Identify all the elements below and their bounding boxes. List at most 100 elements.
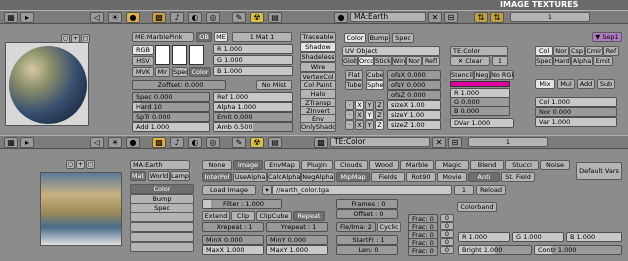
view-icon[interactable]: ◁ xyxy=(90,12,104,23)
material-icon[interactable]: ● xyxy=(126,12,140,23)
mir-button[interactable]: Mir xyxy=(155,67,170,77)
emit-map-button[interactable]: Emit xyxy=(593,56,613,66)
tex-preview-mat[interactable]: ○ xyxy=(66,160,75,169)
opt-fields[interactable]: Fields xyxy=(371,172,405,182)
render-icon[interactable]: ◎ xyxy=(206,12,220,23)
radiation-icon[interactable]: ☢ xyxy=(250,12,264,23)
add-slider[interactable]: Add 1.000 xyxy=(132,122,210,132)
shadeless-button[interactable]: Shadeless xyxy=(300,52,336,62)
stick-button[interactable]: Stick xyxy=(374,56,392,66)
frac-value-2[interactable]: 0 xyxy=(440,230,454,238)
opt-anti[interactable]: Anti xyxy=(468,172,500,182)
ob-button[interactable]: OB xyxy=(196,32,212,42)
close-icon[interactable]: ✕ xyxy=(428,12,442,23)
x-proj-3[interactable]: Y xyxy=(365,100,374,110)
channel-6[interactable] xyxy=(130,242,194,252)
wire-button[interactable]: Wire xyxy=(300,62,336,72)
view-icon-2[interactable]: ◁ xyxy=(90,137,104,148)
opt-interpol[interactable]: InterPol xyxy=(202,172,232,182)
clip-button[interactable]: Clip xyxy=(231,211,255,221)
tab-bump[interactable]: Bump xyxy=(368,33,390,43)
type-image[interactable]: Image xyxy=(233,160,263,170)
opt-mipmap[interactable]: MipMap xyxy=(336,172,370,182)
hard-map-button[interactable]: Hard xyxy=(553,56,571,66)
lamp-icon[interactable]: ☀ xyxy=(108,12,122,23)
image-path-field[interactable]: //earth_color.tga xyxy=(272,185,452,195)
ref-map-button[interactable]: Ref xyxy=(603,46,619,56)
z-proj-2[interactable]: X xyxy=(355,120,364,130)
opt-usealpha[interactable]: UseAlpha xyxy=(233,172,267,182)
frac-value-4[interactable]: 0 xyxy=(440,246,454,254)
world-tab[interactable]: World xyxy=(148,171,170,181)
channel-3[interactable] xyxy=(130,212,194,222)
tube-button[interactable]: Tube xyxy=(345,80,363,90)
nor-map-button[interactable]: Nor xyxy=(553,46,569,56)
add-mode-button[interactable]: Add xyxy=(577,79,595,89)
texture-name-field[interactable]: TE:Color xyxy=(330,137,430,147)
type-plugin[interactable]: Plugin xyxy=(301,160,333,170)
no-mist-button[interactable]: No Mist xyxy=(256,80,292,90)
yrepeat-slider[interactable]: Yrepeat : 1 xyxy=(266,222,328,232)
cmir-button[interactable]: Cmir xyxy=(585,46,603,56)
window-type-icon-2[interactable]: ▦ xyxy=(4,137,18,148)
material-icon-2[interactable]: ● xyxy=(126,137,140,148)
script-icon[interactable]: ▤ xyxy=(268,12,282,23)
preview-cube-button[interactable]: ◻ xyxy=(81,34,90,43)
image-browse-button[interactable]: ▾ xyxy=(262,185,272,195)
no-rgb-button[interactable]: No RGB xyxy=(490,70,514,80)
texture-icon-2[interactable]: ▩ xyxy=(152,137,166,148)
colorband-button[interactable]: Colorband xyxy=(457,202,497,212)
type-magic[interactable]: Magic xyxy=(435,160,469,170)
fake-user-icon-2[interactable]: ⊟ xyxy=(448,137,462,148)
close-icon-2[interactable]: ✕ xyxy=(432,137,446,148)
type-clouds[interactable]: Clouds xyxy=(334,160,368,170)
mirror-color-swatch[interactable] xyxy=(172,45,187,65)
ref-slider[interactable]: Ref 1.000 xyxy=(213,92,293,102)
y-proj-1[interactable]: · xyxy=(345,110,354,120)
win-button[interactable]: Win xyxy=(392,56,406,66)
g-slider[interactable]: G 1.000 xyxy=(213,55,293,65)
sphe-button[interactable]: Sphe xyxy=(366,80,384,90)
sep-button[interactable]: ▼ Sep1 xyxy=(592,32,622,42)
x-proj-2[interactable]: X xyxy=(355,100,364,110)
texture-icon[interactable]: ▩ xyxy=(152,12,166,23)
texture-browse-icon[interactable]: ▩ xyxy=(314,137,328,148)
tab-color[interactable]: Color xyxy=(344,33,366,43)
flat-button[interactable]: Flat xyxy=(345,70,363,80)
stencil-button[interactable]: Stencil xyxy=(450,70,474,80)
preview-plane-button[interactable]: + xyxy=(71,34,80,43)
anim-icon-2[interactable]: ♪ xyxy=(170,137,184,148)
maxx-slider[interactable]: MaxX 1.000 xyxy=(202,245,264,255)
arrows-icon-2[interactable]: ⇅ xyxy=(490,12,504,23)
mul-button[interactable]: Mul xyxy=(557,79,575,89)
type-envmap[interactable]: EnvMap xyxy=(264,160,300,170)
edit-icon[interactable]: ✎ xyxy=(232,12,246,23)
lamp-icon-2[interactable]: ☀ xyxy=(108,137,122,148)
traceable-button[interactable]: Traceable xyxy=(300,32,336,42)
type-wood[interactable]: Wood xyxy=(369,160,399,170)
emit-slider[interactable]: Emit 0.000 xyxy=(213,112,293,122)
clipcube-button[interactable]: ClipCube xyxy=(256,211,292,221)
len-slider[interactable]: Len: 0 xyxy=(336,245,398,255)
z-proj-1[interactable]: · xyxy=(345,120,354,130)
tab-spec[interactable]: Spec xyxy=(392,33,414,43)
world-icon[interactable]: ◐ xyxy=(188,12,202,23)
spec-color-swatch[interactable] xyxy=(189,45,204,65)
uv-object-field[interactable]: UV Object xyxy=(342,46,440,56)
cube-button[interactable]: Cube xyxy=(366,70,384,80)
alpha-slider[interactable]: Alpha 1.000 xyxy=(213,102,293,112)
load-image-button[interactable]: Load Image xyxy=(202,185,256,195)
fake-user-icon[interactable]: ⊟ xyxy=(444,12,458,23)
ofsy-slider[interactable]: ofsY 0.000 xyxy=(387,80,441,90)
script-icon-2[interactable]: ▤ xyxy=(268,137,282,148)
reload-button[interactable]: Reload xyxy=(476,185,506,195)
frac-value-0[interactable]: 0 xyxy=(440,214,454,222)
csp-button[interactable]: Csp xyxy=(569,46,585,56)
neg-button[interactable]: Neg xyxy=(474,70,490,80)
spec-button[interactable]: Spec xyxy=(172,67,188,77)
refl-button[interactable]: Refl xyxy=(422,56,440,66)
clear-button[interactable]: ✕ Clear xyxy=(450,56,490,66)
arrows-icon[interactable]: ⇅ xyxy=(474,12,488,23)
opt-movie[interactable]: Movie xyxy=(437,172,467,182)
default-vars-button[interactable]: Default Vars xyxy=(576,162,622,180)
